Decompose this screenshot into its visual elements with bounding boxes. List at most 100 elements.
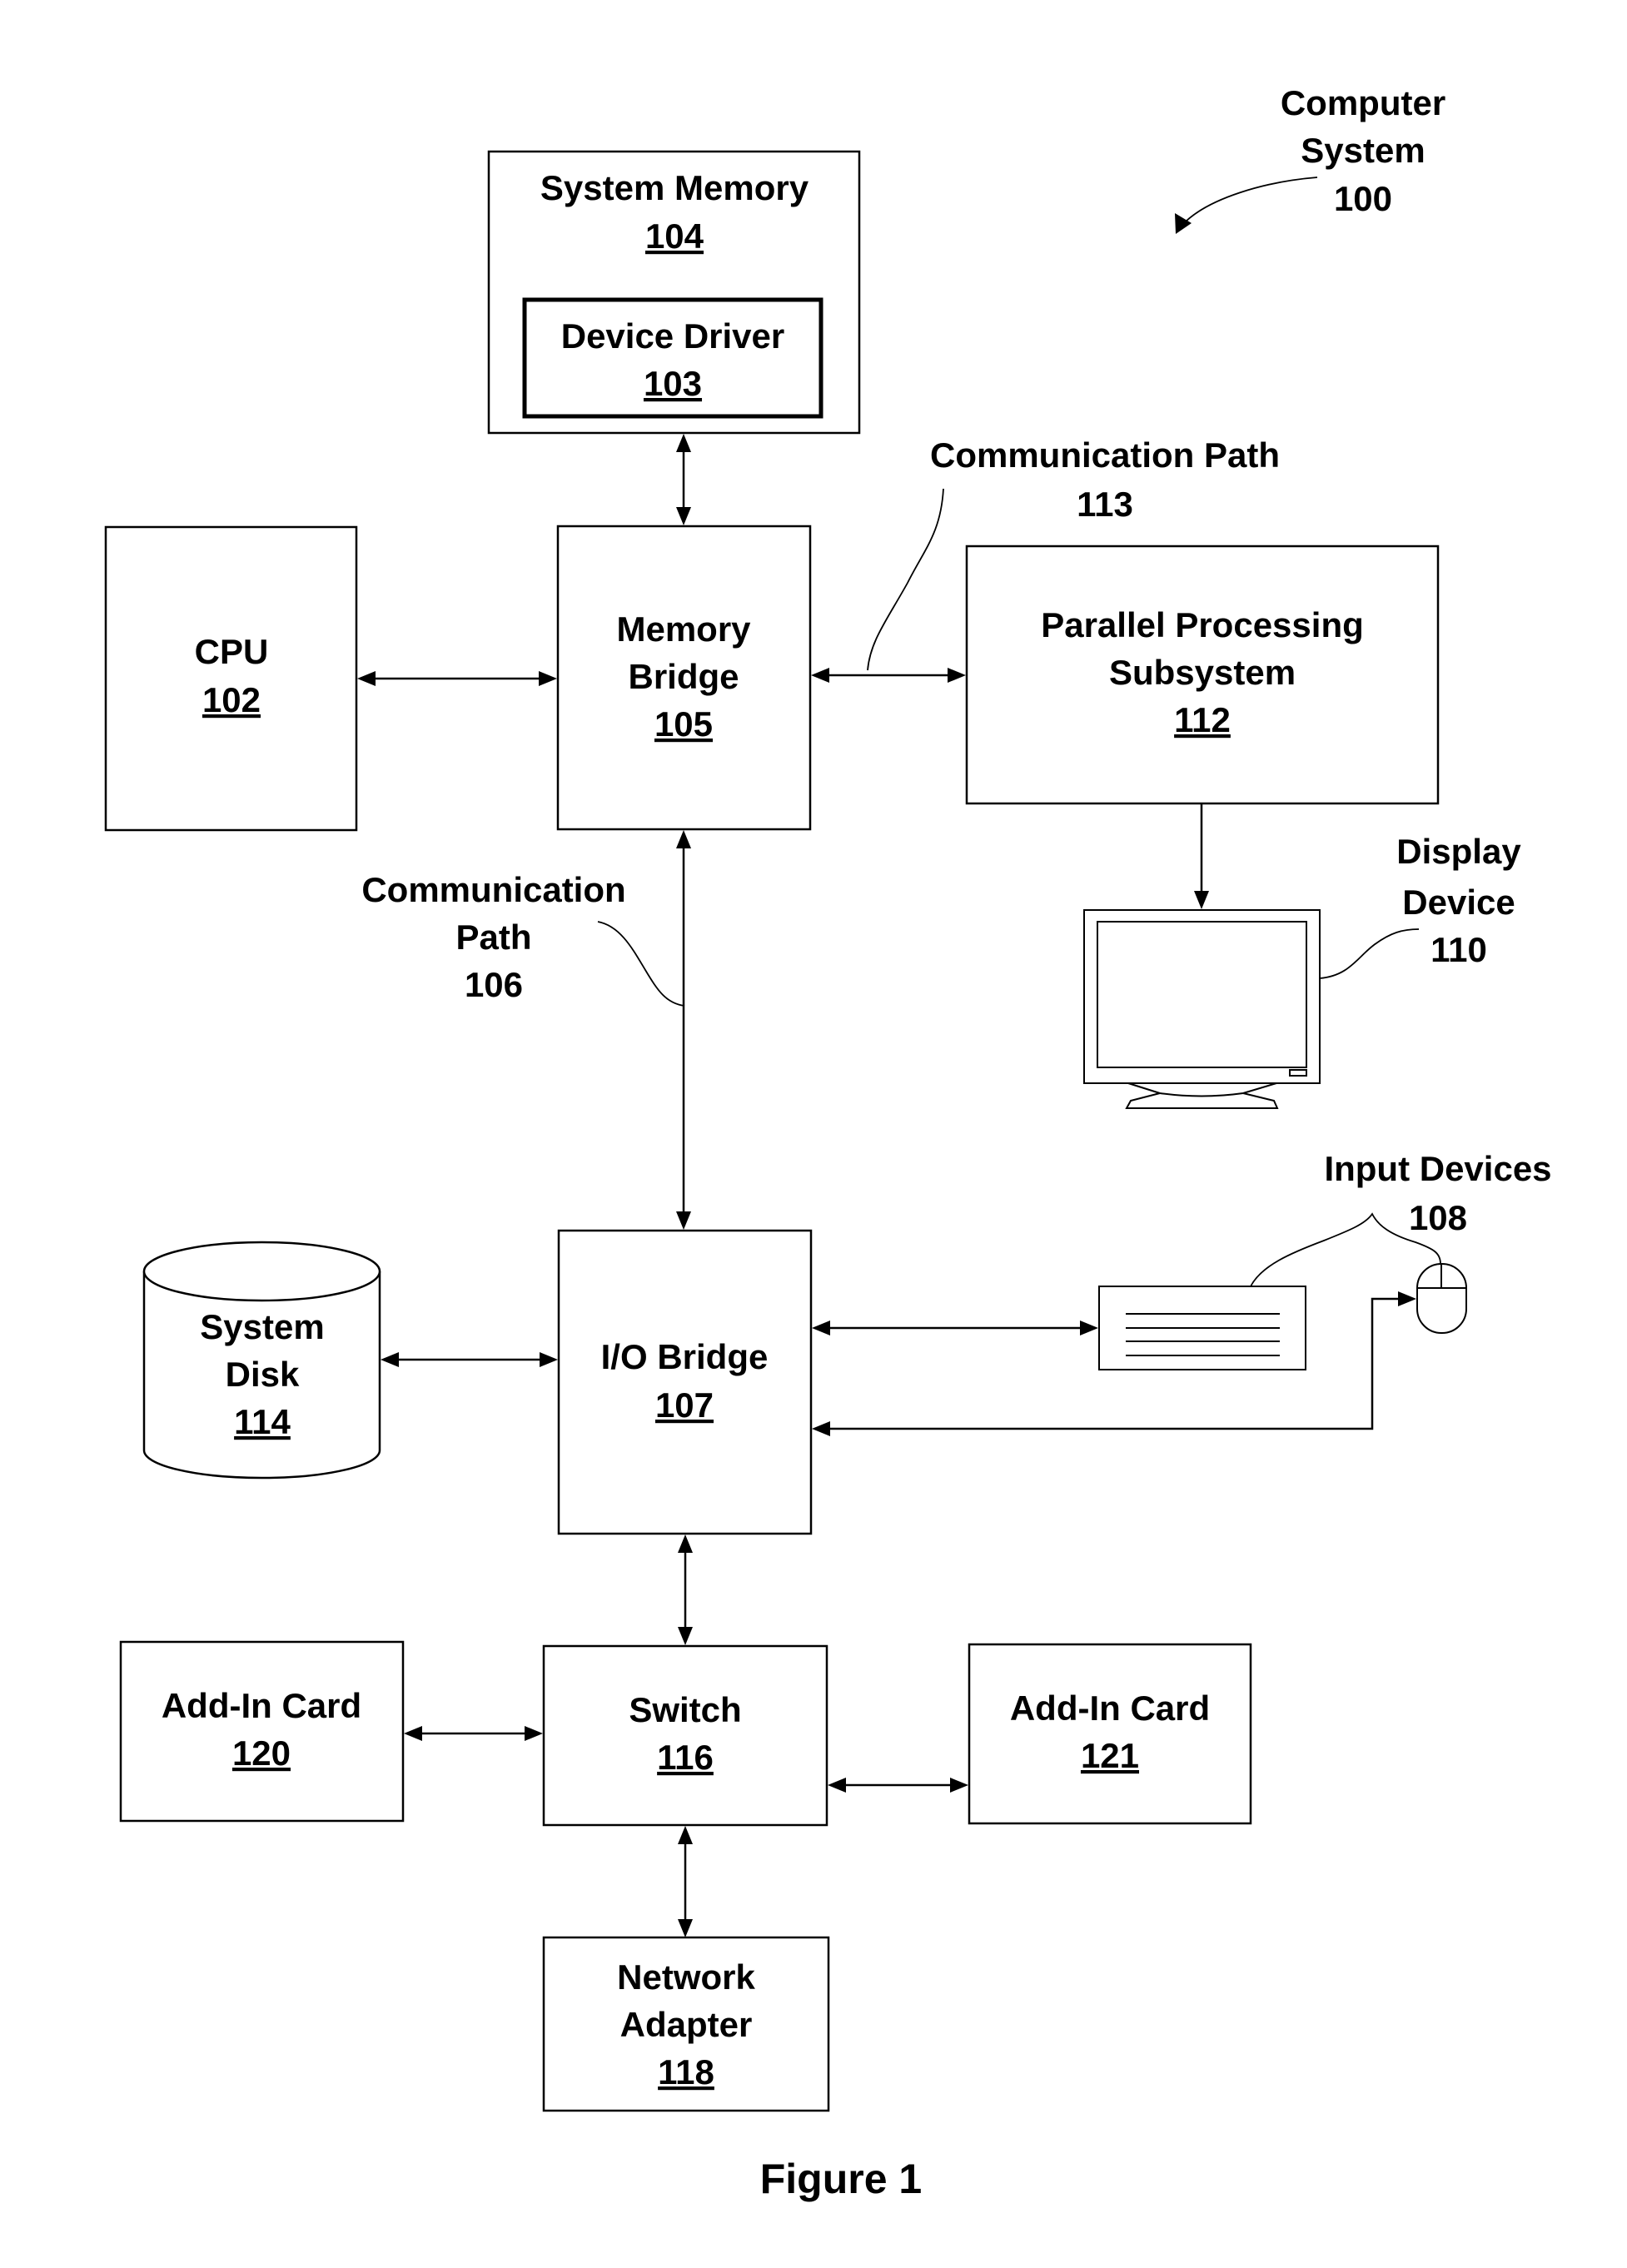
computer-system-line-2: System [1301,131,1425,170]
connector-pps-display [1194,804,1209,909]
parallel-processing-label-line-2: Subsystem [1109,653,1296,692]
network-adapter-label-line-2: Adapter [620,2005,753,2044]
parallel-processing-ref: 112 [1174,700,1231,739]
connector-membridge-iobridge [676,830,691,1230]
network-adapter-ref: 118 [658,2052,714,2091]
network-adapter-label-line-1: Network [617,1957,755,1997]
comm-path-113-label: Communication Path [930,435,1280,475]
comm-path-106-leader [597,921,685,1007]
device-driver-label: Device Driver [561,316,785,356]
arrowhead-left-icon [404,1726,422,1741]
arrowhead-right-icon [1398,1291,1416,1306]
computer-system-diagram: Computer System 100 System Memory 104 De… [104,83,1552,2202]
connector-membridge-pps [811,668,966,683]
device-driver-block[interactable]: Device Driver 103 [522,297,823,419]
arrowhead-down-icon [678,1627,693,1645]
connector-switch-addin121 [828,1778,968,1793]
connector-cpu-membridge [357,671,557,686]
connector-iobridge-switch [678,1534,693,1645]
keyboard-icon[interactable] [1098,1286,1306,1370]
display-device-label-line-1: Display [1396,832,1521,871]
connector-sysmem-membridge [676,434,691,525]
parallel-processing-label-line-1: Parallel Processing [1041,605,1364,644]
system-memory-label: System Memory [540,168,809,207]
display-device-leader [1319,928,1420,979]
arrowhead-right-icon [948,668,966,683]
system-disk-label-line-2: Disk [226,1355,300,1394]
add-in-card-120-box[interactable] [119,1640,405,1823]
arrowhead-down-icon [676,507,691,525]
cpu-label: CPU [195,632,269,671]
arrowhead-up-icon [678,1534,693,1553]
arrowhead-left-icon [812,1421,830,1436]
memory-bridge-label-line-1: Memory [616,609,751,649]
computer-system-pointer [1182,177,1318,226]
arrowhead-right-icon [540,1352,558,1367]
input-devices-ref: 108 [1409,1198,1467,1237]
input-devices-label: Input Devices [1324,1149,1551,1188]
memory-bridge-block[interactable]: Memory Bridge 105 [556,525,812,831]
computer-system-line-1: Computer [1281,83,1445,122]
io-bridge-label: I/O Bridge [601,1337,769,1376]
cpu-block[interactable]: CPU 102 [104,525,358,832]
add-in-card-121-box[interactable] [968,1643,1252,1825]
parallel-processing-block[interactable]: Parallel Processing Subsystem 112 [965,545,1440,805]
comm-path-106-ref: 106 [465,965,523,1004]
arrowhead-right-icon [539,671,557,686]
add-in-card-120-ref: 120 [232,1733,291,1773]
switch-ref: 116 [657,1738,714,1777]
arrowhead-left-icon [828,1778,846,1793]
add-in-card-121-label: Add-In Card [1010,1689,1210,1728]
arrowhead-down-icon [1194,891,1209,909]
connector-mouse-iobridge [812,1291,1416,1436]
comm-path-106-callout: Communication Path 106 [361,870,685,1007]
io-bridge-ref: 107 [655,1385,714,1425]
comm-path-106-label-line-1: Communication [361,870,625,909]
network-adapter-block[interactable]: Network Adapter 118 [542,1936,830,2112]
display-device[interactable]: Display Device 110 [1083,832,1521,1109]
switch-block[interactable]: Switch 116 [542,1644,828,1827]
connector-switch-network [678,1826,693,1937]
connector-disk-iobridge [381,1352,558,1367]
arrowhead-up-icon [676,434,691,452]
monitor-icon[interactable] [1083,909,1321,1109]
add-in-card-121-ref: 121 [1081,1736,1139,1775]
mouse-icon[interactable] [1416,1263,1467,1334]
connector-iobridge-keyboard [812,1321,1098,1335]
computer-system-ref: 100 [1334,179,1392,218]
system-disk-block[interactable]: System Disk 114 [142,1241,381,1480]
connector-addin120-switch [404,1726,543,1741]
arrowhead-left-icon [811,668,829,683]
add-in-card-120-label: Add-In Card [162,1686,361,1725]
comm-path-106-label-line-2: Path [455,918,531,957]
input-devices[interactable]: Input Devices 108 [1098,1149,1552,1370]
arrowhead-up-icon [678,1826,693,1844]
system-disk-ref: 114 [234,1402,291,1441]
arrowhead-right-icon [1080,1321,1098,1335]
cpu-ref: 102 [202,680,261,719]
system-disk-label-line-1: System [200,1307,324,1346]
arrowhead-left-icon [812,1321,830,1335]
arrowhead-right-icon [950,1778,968,1793]
io-bridge-box[interactable] [557,1229,813,1535]
arrowhead-up-icon [676,830,691,848]
display-device-label-line-2: Device [1402,883,1515,922]
system-memory-ref: 104 [645,216,704,256]
memory-bridge-label-line-2: Bridge [628,657,739,696]
computer-system-label: Computer System 100 [1175,83,1445,234]
arrowhead-right-icon [525,1726,543,1741]
display-device-ref: 110 [1430,930,1487,969]
io-bridge-block[interactable]: I/O Bridge 107 [557,1229,813,1535]
add-in-card-120-block[interactable]: Add-In Card 120 [119,1640,405,1823]
switch-box[interactable] [542,1644,828,1827]
comm-path-113-leader [867,488,944,671]
comm-path-113-ref: 113 [1077,485,1133,524]
arrowhead-down-icon [678,1919,693,1937]
device-driver-ref: 103 [644,364,702,403]
figure-caption: Figure 1 [760,2156,922,2202]
arrowhead-left-icon [357,671,376,686]
switch-label: Switch [629,1690,741,1729]
add-in-card-121-block[interactable]: Add-In Card 121 [968,1643,1252,1825]
cpu-box[interactable] [104,525,358,832]
pointer-arrowhead-icon [1175,213,1192,234]
